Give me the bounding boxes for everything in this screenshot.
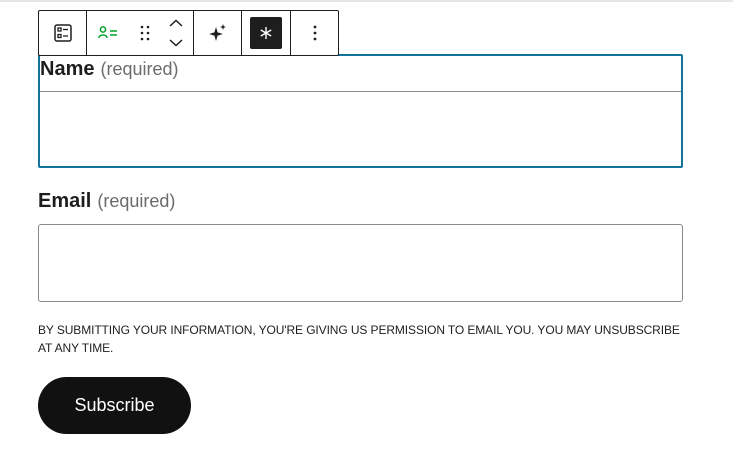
top-divider bbox=[0, 0, 733, 2]
more-options-button[interactable] bbox=[291, 11, 338, 55]
person-lines-icon bbox=[98, 26, 117, 39]
name-required-label[interactable]: (required) bbox=[100, 59, 178, 80]
ai-group bbox=[194, 11, 242, 55]
move-down-button[interactable] bbox=[159, 35, 193, 51]
options-group bbox=[291, 11, 338, 55]
form-block-button[interactable] bbox=[39, 11, 86, 55]
chevron-up-icon bbox=[169, 19, 183, 27]
disclaimer-text: BY SUBMITTING YOUR INFORMATION, YOU'RE G… bbox=[38, 323, 680, 355]
required-group bbox=[242, 11, 291, 55]
ai-sparkle-button[interactable] bbox=[194, 11, 241, 55]
email-label-row: Email (required) bbox=[38, 190, 175, 213]
email-label: Email bbox=[38, 190, 92, 212]
more-options-icon bbox=[313, 25, 316, 41]
required-toggle-button[interactable] bbox=[242, 11, 290, 55]
drag-button[interactable] bbox=[131, 11, 159, 55]
person-block-button[interactable] bbox=[87, 11, 131, 55]
name-field-block[interactable]: Name (required) bbox=[38, 54, 685, 168]
drag-handle-icon bbox=[140, 25, 150, 41]
sparkle-icon bbox=[208, 24, 226, 41]
required-toggle-active bbox=[250, 17, 282, 49]
subscribe-button[interactable]: Subscribe bbox=[38, 377, 191, 434]
asterisk-icon bbox=[260, 27, 272, 39]
chevron-down-icon bbox=[169, 39, 183, 47]
email-input[interactable] bbox=[38, 224, 683, 302]
name-input[interactable] bbox=[40, 92, 685, 168]
block-mover bbox=[159, 11, 193, 55]
name-label[interactable]: Name bbox=[40, 58, 94, 81]
form-block-icon bbox=[53, 24, 72, 42]
name-label-row[interactable]: Name (required) bbox=[40, 58, 681, 92]
move-up-button[interactable] bbox=[159, 15, 193, 31]
email-required-label: (required) bbox=[97, 191, 176, 211]
block-toolbar bbox=[38, 10, 339, 56]
block-move-group bbox=[87, 11, 194, 55]
block-type-group bbox=[39, 11, 87, 55]
